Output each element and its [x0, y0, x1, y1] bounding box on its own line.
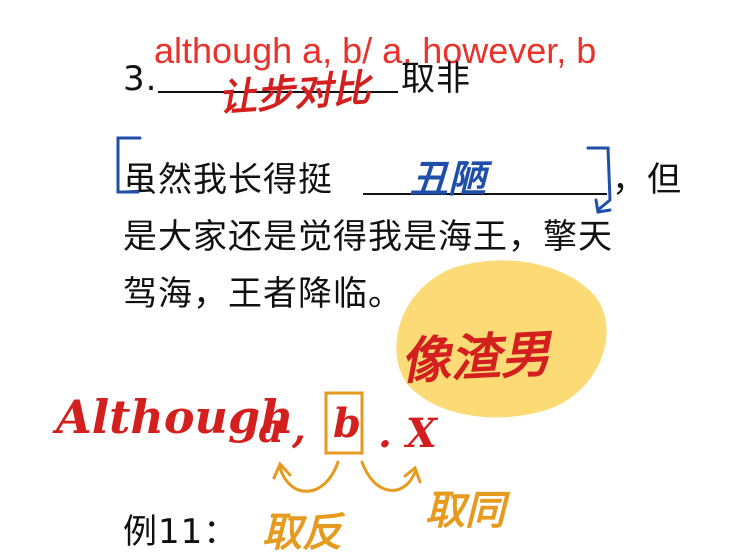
blue-left-bracket: [116, 136, 142, 194]
annotation-layer-front: [116, 136, 612, 493]
b-box: [324, 391, 364, 455]
left-curve-arrow: [278, 460, 340, 493]
blue-right-bracket: [586, 146, 612, 212]
